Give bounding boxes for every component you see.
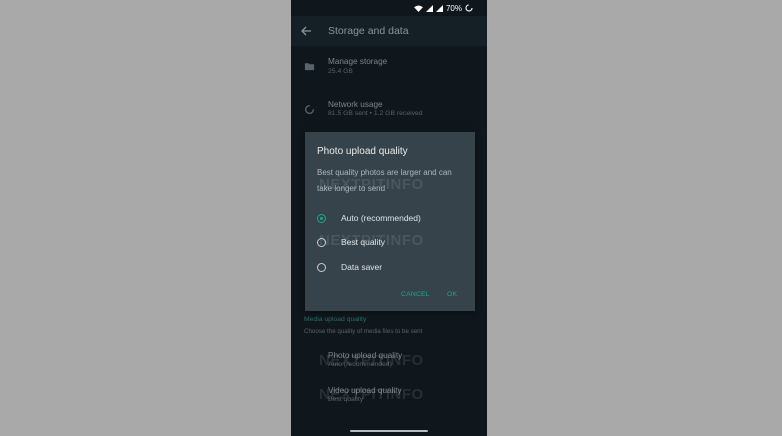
watermark-text: NEXTPITINFO [319,176,424,193]
network-usage-row[interactable]: Network usage 81.5 GB sent • 1.2 GB rece… [291,95,487,125]
data-usage-icon [304,104,315,115]
media-section-description: Choose the quality of media files to be … [304,328,423,335]
row-title: Manage storage [328,57,388,66]
manage-storage-row[interactable]: Manage storage 25.4 GB [291,52,487,82]
status-bar: 70% [291,0,487,16]
watermark-text: NEXTPITINFO [319,386,424,403]
row-title: Network usage [328,100,383,109]
watermark-text: NEXTPITINFO [319,352,424,369]
back-arrow-icon[interactable] [300,25,312,37]
dialog-title: Photo upload quality [317,146,408,157]
battery-percent: 70% [445,3,462,13]
page-title: Storage and data [328,25,409,37]
ok-button[interactable]: OK [447,291,457,298]
home-indicator[interactable] [350,430,428,432]
row-subtitle: 25.4 GB [328,68,353,75]
battery-ring-icon [465,4,473,12]
watermark-text: NEXTPITINFO [319,232,424,249]
app-bar: Storage and data [291,16,487,46]
option-label: Auto (recommended) [341,213,421,223]
radio-unselected-icon[interactable] [317,263,326,272]
signal-icon [425,4,433,12]
option-label: Data saver [341,262,383,272]
cancel-button[interactable]: CANCEL [401,291,430,298]
option-data-saver[interactable]: Data saver [317,262,467,276]
option-auto[interactable]: Auto (recommended) [317,213,467,227]
folder-icon [304,63,315,71]
wifi-icon [414,4,423,12]
signal-icon-2 [435,4,443,12]
media-section-header: Media upload quality [304,316,367,323]
row-subtitle: 81.5 GB sent • 1.2 GB received [328,110,423,117]
photo-quality-dialog: Photo upload quality Best quality photos… [305,132,475,311]
radio-selected-icon[interactable] [317,214,326,223]
